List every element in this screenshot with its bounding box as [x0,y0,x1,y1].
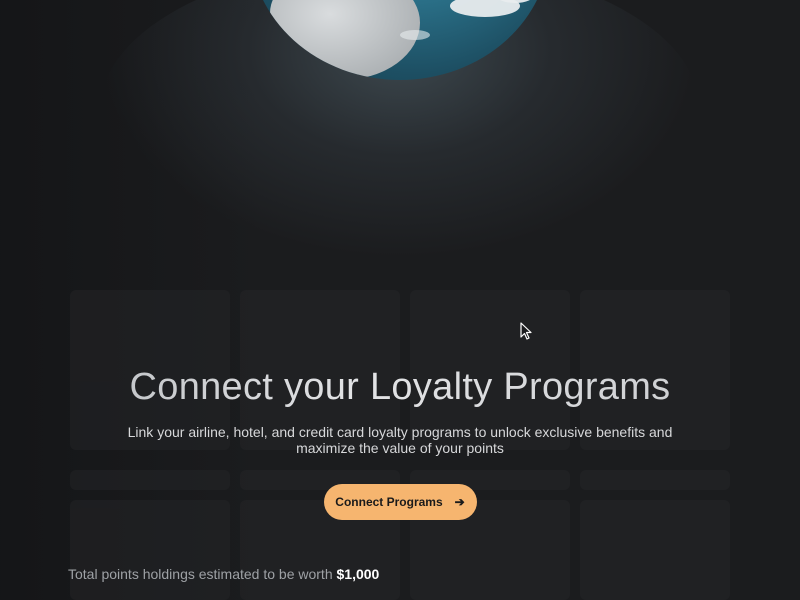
mouse-cursor-icon [520,322,532,340]
hero-section: Connect your Loyalty Programs Link your … [0,360,800,520]
globe-cloud [400,30,430,40]
globe-landmass [270,0,420,80]
connect-programs-label: Connect Programs [335,495,443,509]
connect-programs-button[interactable]: Connect Programs ➔ [323,484,477,520]
holdings-text: Total points holdings estimated to be wo… [68,566,337,582]
arrow-right-icon: ➔ [454,495,465,509]
holdings-value: $1,000 [336,566,380,582]
holdings-summary: Total points holdings estimated to be wo… [68,566,379,582]
page-title: Connect your Loyalty Programs [0,360,800,414]
page-subtitle: Link your airline, hotel, and credit car… [127,424,673,456]
